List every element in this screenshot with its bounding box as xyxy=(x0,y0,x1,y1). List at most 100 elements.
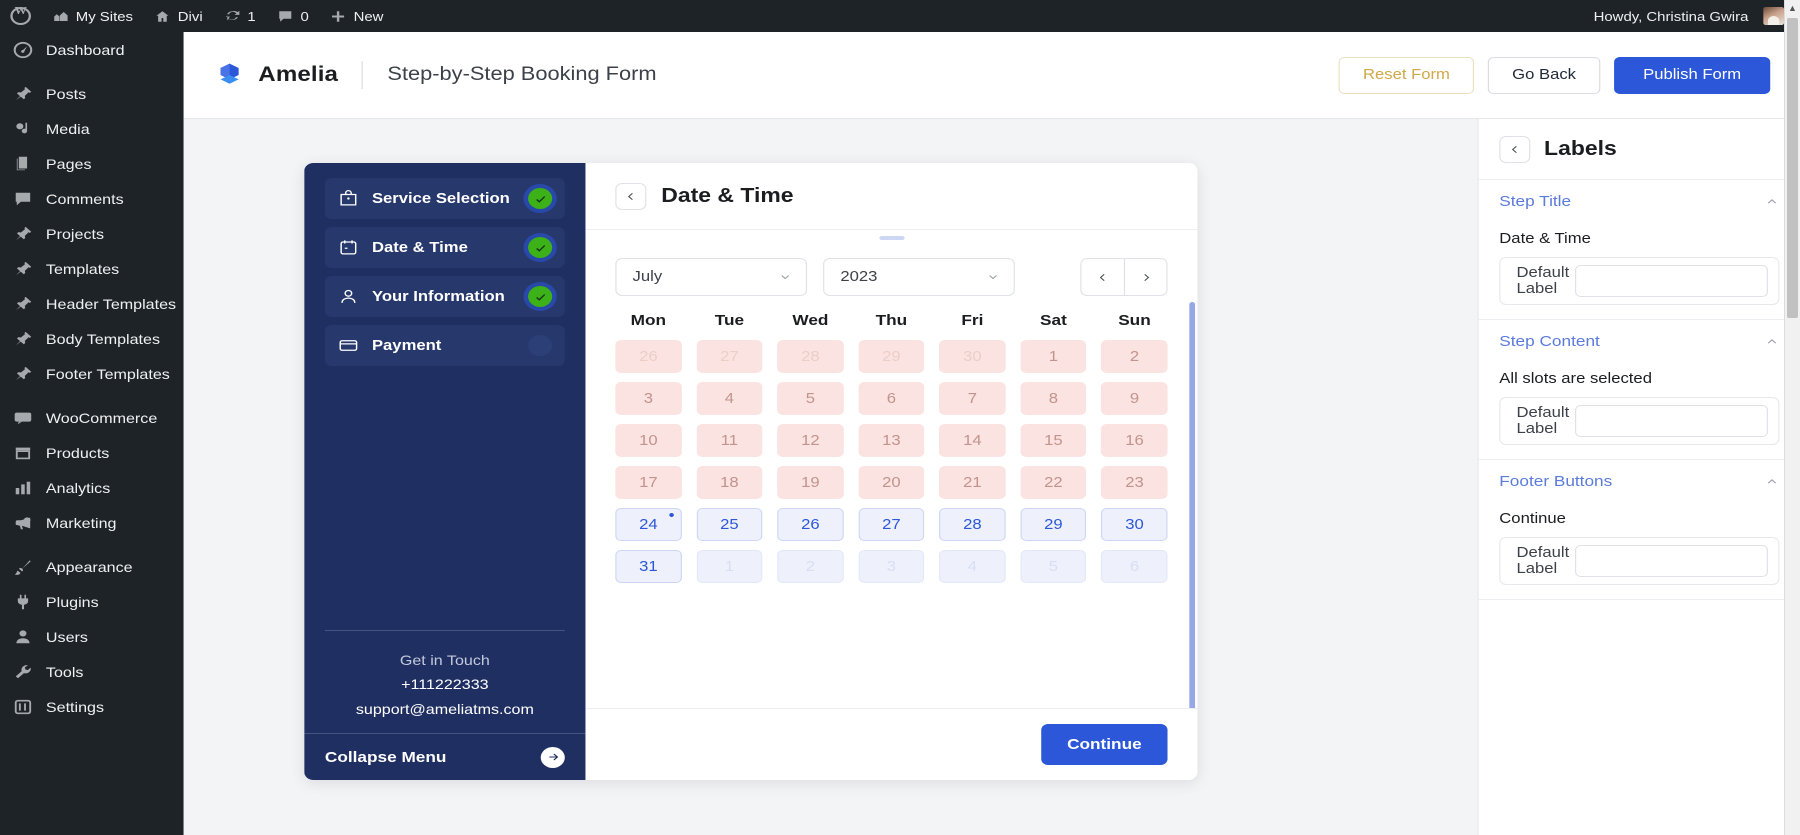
calendar-day[interactable]: 25 xyxy=(696,508,763,541)
step-payment[interactable]: Payment xyxy=(324,325,565,366)
reset-form-button[interactable]: Reset Form xyxy=(1338,56,1475,94)
sidebar-item-templates[interactable]: Templates xyxy=(0,251,184,286)
divi-menu[interactable]: Divi xyxy=(143,0,213,32)
calendar-day[interactable]: 3 xyxy=(858,550,925,583)
sidebar-item-woocommerce[interactable]: WooCommerce xyxy=(0,400,184,435)
calendar-day[interactable]: 14 xyxy=(939,424,1006,457)
sidebar-item-tools[interactable]: Tools xyxy=(0,654,184,689)
step-back-button[interactable] xyxy=(615,182,647,210)
calendar-day[interactable]: 6 xyxy=(1101,550,1168,583)
calendar-day[interactable]: 2 xyxy=(1101,340,1168,373)
section-header-footer-buttons[interactable]: Footer Buttons xyxy=(1478,459,1800,503)
calendar-day[interactable]: 1 xyxy=(696,550,763,583)
collapse-menu-button[interactable]: Collapse Menu xyxy=(304,733,586,780)
step-title-input[interactable] xyxy=(1575,265,1768,297)
scrollbar-thumb[interactable] xyxy=(1787,18,1798,318)
scrollbar-up-arrow[interactable]: ▲ xyxy=(1785,0,1800,16)
calendar-day[interactable]: 30 xyxy=(939,340,1006,373)
comments-menu[interactable]: 0 xyxy=(266,0,319,32)
publish-form-button[interactable]: Publish Form xyxy=(1614,56,1771,94)
step-your-information[interactable]: Your Information xyxy=(324,276,565,317)
sidebar-item-posts[interactable]: Posts xyxy=(0,76,184,111)
settings-back-button[interactable] xyxy=(1499,135,1531,163)
year-select[interactable]: 2023 xyxy=(823,258,1015,296)
calendar-day[interactable]: 6 xyxy=(858,382,925,415)
drag-handle[interactable] xyxy=(878,236,905,240)
sidebar-item-users[interactable]: Users xyxy=(0,619,184,654)
calendar-day[interactable]: 20 xyxy=(858,466,925,499)
my-sites-menu[interactable]: My Sites xyxy=(41,0,143,32)
calendar-day[interactable]: 4 xyxy=(939,550,1006,583)
prev-month-button[interactable] xyxy=(1081,259,1123,295)
calendar-day[interactable]: 16 xyxy=(1101,424,1168,457)
calendar-day[interactable]: 26 xyxy=(615,340,682,373)
sidebar-item-pages[interactable]: Pages xyxy=(0,146,184,181)
calendar-day-number: 3 xyxy=(643,390,653,407)
calendar-day[interactable]: 11 xyxy=(696,424,763,457)
browser-scrollbar[interactable]: ▲ xyxy=(1784,0,1800,835)
continue-button[interactable]: Continue xyxy=(1041,724,1168,765)
calendar-day[interactable]: 27 xyxy=(858,508,925,541)
calendar-day[interactable]: 28 xyxy=(939,508,1006,541)
calendar-day[interactable]: 5 xyxy=(1020,550,1087,583)
step-date-time[interactable]: Date & Time xyxy=(324,227,565,268)
calendar-day[interactable]: 15 xyxy=(1020,424,1087,457)
sidebar-item-label: Products xyxy=(45,444,110,461)
calendar-day[interactable]: 24 xyxy=(615,508,682,541)
sidebar-item-comments[interactable]: Comments xyxy=(0,181,184,216)
sidebar-item-appearance[interactable]: Appearance xyxy=(0,549,184,584)
calendar-day[interactable]: 31 xyxy=(615,550,682,583)
calendar-day[interactable]: 12 xyxy=(777,424,844,457)
sidebar-item-projects[interactable]: Projects xyxy=(0,216,184,251)
calendar-day[interactable]: 19 xyxy=(777,466,844,499)
calendar-day[interactable]: 13 xyxy=(858,424,925,457)
new-content-menu[interactable]: New xyxy=(319,0,394,32)
sidebar-item-footer-templates[interactable]: Footer Templates xyxy=(0,356,184,391)
calendar-day[interactable]: 17 xyxy=(615,466,682,499)
calendar-day[interactable]: 21 xyxy=(939,466,1006,499)
sidebar-item-media[interactable]: Media xyxy=(0,111,184,146)
dashboard-icon xyxy=(11,40,34,60)
calendar-day-number: 15 xyxy=(1044,432,1063,449)
calendar-day[interactable]: 10 xyxy=(615,424,682,457)
sidebar-item-analytics[interactable]: Analytics xyxy=(0,470,184,505)
calendar-day[interactable]: 2 xyxy=(777,550,844,583)
sidebar-item-header-templates[interactable]: Header Templates xyxy=(0,286,184,321)
calendar-day[interactable]: 1 xyxy=(1020,340,1087,373)
calendar-day[interactable]: 26 xyxy=(777,508,844,541)
step-content-input[interactable] xyxy=(1575,405,1768,437)
calendar-day[interactable]: 5 xyxy=(777,382,844,415)
calendar-day[interactable]: 29 xyxy=(858,340,925,373)
calendar-day[interactable]: 30 xyxy=(1101,508,1168,541)
calendar-day[interactable]: 7 xyxy=(939,382,1006,415)
calendar-day[interactable]: 8 xyxy=(1020,382,1087,415)
contact-email[interactable]: support@ameliatms.com xyxy=(316,697,574,722)
calendar-day[interactable]: 9 xyxy=(1101,382,1168,415)
step-service-selection[interactable]: Service Selection xyxy=(324,178,565,219)
calendar-scrollbar[interactable] xyxy=(1189,302,1196,708)
month-select[interactable]: July xyxy=(615,258,808,296)
calendar-day[interactable]: 28 xyxy=(777,340,844,373)
sidebar-item-products[interactable]: Products xyxy=(0,435,184,470)
go-back-button[interactable]: Go Back xyxy=(1487,56,1601,94)
section-header-step-content[interactable]: Step Content xyxy=(1478,319,1800,363)
calendar-day[interactable]: 23 xyxy=(1101,466,1168,499)
next-month-button[interactable] xyxy=(1123,259,1166,295)
calendar-day[interactable]: 22 xyxy=(1020,466,1087,499)
calendar-day[interactable]: 3 xyxy=(615,382,682,415)
sidebar-item-body-templates[interactable]: Body Templates xyxy=(0,321,184,356)
wp-logo-menu[interactable] xyxy=(0,0,41,32)
calendar-day[interactable]: 29 xyxy=(1020,508,1087,541)
howdy-menu[interactable]: Howdy, Christina Gwira xyxy=(1583,0,1800,32)
updates-menu[interactable]: 1 xyxy=(213,0,266,32)
sidebar-item-plugins[interactable]: Plugins xyxy=(0,584,184,619)
contact-phone[interactable]: +111222333 xyxy=(316,672,574,697)
sidebar-item-dashboard[interactable]: Dashboard xyxy=(0,32,184,67)
section-header-step-title[interactable]: Step Title xyxy=(1478,179,1800,223)
calendar-day[interactable]: 18 xyxy=(696,466,763,499)
footer-buttons-input[interactable] xyxy=(1575,545,1768,577)
calendar-day[interactable]: 27 xyxy=(696,340,763,373)
calendar-day[interactable]: 4 xyxy=(696,382,763,415)
sidebar-item-settings[interactable]: Settings xyxy=(0,689,184,724)
sidebar-item-marketing[interactable]: Marketing xyxy=(0,505,184,540)
